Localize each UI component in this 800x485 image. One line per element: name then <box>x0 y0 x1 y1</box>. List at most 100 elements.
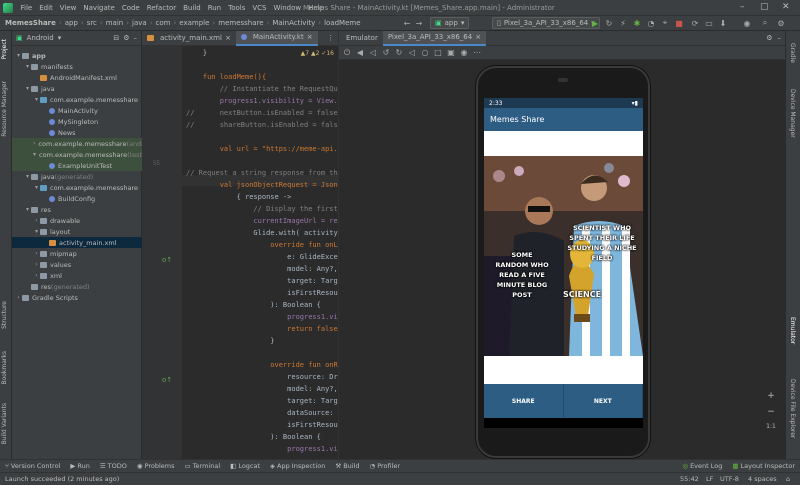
menu-item-navigate[interactable]: Navigate <box>80 4 118 12</box>
tree-item[interactable]: activity_main.xml <box>12 237 142 248</box>
expand-arrow-icon[interactable]: ▾ <box>24 206 31 213</box>
collapse-arrow-icon[interactable]: › <box>33 272 40 279</box>
code-line[interactable]: ): Boolean { <box>186 433 321 441</box>
code-line[interactable]: } <box>186 49 207 57</box>
code-line[interactable]: // shareButton.isEnabled = false <box>186 121 338 129</box>
chevron-down-icon[interactable]: ▾ <box>58 34 62 42</box>
tree-item[interactable]: News <box>12 127 142 138</box>
file-encoding[interactable]: UTF-8 <box>720 475 739 483</box>
device-manager-tool-tab[interactable]: Device Manager <box>789 89 796 138</box>
rotate-left-icon[interactable]: ↺ <box>382 48 390 57</box>
code-line[interactable]: isFirstResource: Boolean <box>186 421 338 429</box>
code-line[interactable]: fun loadMeme(){ <box>186 73 266 81</box>
tree-item[interactable]: ▾ res <box>12 204 142 215</box>
code-line[interactable]: target: Target<Drawable>?, <box>186 277 338 285</box>
tool-window-event-log[interactable]: ◎ Event Log <box>677 462 727 470</box>
indent-setting[interactable]: 4 spaces <box>748 475 777 483</box>
search-icon[interactable]: ⌕ <box>760 18 770 28</box>
menu-item-build[interactable]: Build <box>180 4 205 12</box>
breadcrumb-item[interactable]: MainActivity <box>270 19 317 27</box>
tree-item[interactable]: MySingleton <box>12 116 142 127</box>
forward-arrow-icon[interactable]: → <box>414 18 424 28</box>
breadcrumb-item[interactable]: example <box>177 19 211 27</box>
lock-icon[interactable]: ⌂ <box>786 475 790 483</box>
tool-window-run[interactable]: ▶ Run <box>65 462 94 470</box>
menu-item-window[interactable]: Window <box>270 4 305 12</box>
tree-item[interactable]: ▾ layout <box>12 226 142 237</box>
tree-item[interactable]: res (generated) <box>12 281 142 292</box>
zoom-out-button[interactable]: − <box>765 407 777 417</box>
code-line[interactable]: dataSource: DataSource?, <box>186 409 338 417</box>
zoom-actual-size-button[interactable]: 1:1 <box>765 423 777 430</box>
code-line[interactable]: return false <box>186 325 338 333</box>
code-line[interactable]: override fun onResourceReady( <box>186 361 338 369</box>
sdk-manager-icon[interactable]: ⬇ <box>718 18 728 28</box>
project-tool-tab[interactable]: Project <box>1 39 8 60</box>
tool-window-build[interactable]: ⚒ Build <box>330 462 364 470</box>
maximize-icon[interactable]: ▢ <box>760 2 769 12</box>
breadcrumb-item[interactable]: loadMeme <box>322 19 362 27</box>
rotate-right-icon[interactable]: ↻ <box>395 48 403 57</box>
menu-item-vcs[interactable]: VCS <box>249 4 270 12</box>
line-separator[interactable]: LF <box>706 475 713 483</box>
menu-item-refactor[interactable]: Refactor <box>143 4 179 12</box>
emulator-tool-tab[interactable]: Emulator <box>789 317 796 344</box>
code-line[interactable]: // nextButton.isEnabled = false <box>186 109 338 117</box>
sync-gradle-icon[interactable]: ⟳ <box>690 18 700 28</box>
rerun-icon[interactable]: ↻ <box>604 18 614 28</box>
code-line[interactable]: resource: Drawable?, <box>186 373 338 381</box>
tool-window-layout-inspector[interactable]: ▦ Layout Inspector <box>727 462 800 470</box>
power-icon[interactable]: ⏻ <box>343 48 351 57</box>
tree-item[interactable]: › Gradle Scripts <box>12 292 142 303</box>
tree-item[interactable]: › xml <box>12 270 142 281</box>
code-line[interactable]: model: Any?, <box>186 265 338 273</box>
collapse-all-icon[interactable]: ⊟ <box>113 34 119 42</box>
expand-arrow-icon[interactable]: ▾ <box>33 96 40 103</box>
tool-window-logcat[interactable]: ◧ Logcat <box>225 462 265 470</box>
tool-window-problems[interactable]: ◉ Problems <box>132 462 180 470</box>
code-line[interactable]: Glide.with( activity: this).load(c <box>186 229 338 237</box>
build-variants-tool-tab[interactable]: Build Variants <box>1 403 8 444</box>
tree-item[interactable]: ▾ manifests <box>12 61 142 72</box>
gutter-override-icon[interactable]: o↑ <box>162 256 172 264</box>
tab-activity-main-xml[interactable]: activity_main.xml × <box>142 31 236 46</box>
tree-item[interactable]: › values <box>12 259 142 270</box>
collapse-arrow-icon[interactable]: › <box>33 217 40 224</box>
code-line[interactable]: // Instantiate the RequestQueue. <box>186 85 338 93</box>
collapse-arrow-icon[interactable]: › <box>15 294 22 301</box>
gradle-tool-tab[interactable]: Gradle <box>789 43 796 63</box>
project-view-selector[interactable]: Android <box>27 34 54 42</box>
expand-arrow-icon[interactable]: ▾ <box>24 63 31 70</box>
close-tab-icon[interactable]: × <box>475 33 481 41</box>
device-selector[interactable]: ▯ Pixel_3a_API_33_x86_64 ▾ <box>492 17 600 29</box>
code-line[interactable]: progress1.visibility <box>186 445 338 453</box>
tree-item[interactable]: ▾ java <box>12 83 142 94</box>
code-line[interactable]: isFirstResource: Boolean <box>186 289 338 297</box>
apply-changes-icon[interactable]: ⚡ <box>618 18 628 28</box>
tree-item[interactable]: › drawable <box>12 215 142 226</box>
breadcrumb-item[interactable]: com <box>154 19 173 27</box>
tab-overflow-icon[interactable]: ⋮ <box>327 34 338 42</box>
code-line[interactable]: val url = "https://meme-api.com/gimme" <box>186 145 338 153</box>
tree-item[interactable]: ▾ com.example.memesshare <box>12 94 142 105</box>
expand-arrow-icon[interactable]: ▾ <box>24 173 31 180</box>
volume-up-icon[interactable]: ◀ <box>356 48 364 57</box>
tool-window-todo[interactable]: ☰ TODO <box>95 462 132 470</box>
gear-icon[interactable]: ⚙ <box>123 34 129 42</box>
minimize-icon[interactable]: – <box>740 2 745 12</box>
volume-down-icon[interactable]: ◁ <box>369 48 377 57</box>
hide-panel-icon[interactable]: – <box>778 34 786 42</box>
menu-item-tools[interactable]: Tools <box>225 4 249 12</box>
tree-item[interactable]: › mipmap <box>12 248 142 259</box>
tool-window-app-inspection[interactable]: ◈ App Inspection <box>265 462 330 470</box>
tree-item[interactable]: ▾ app <box>12 50 142 61</box>
inspection-widget[interactable]: ▲7 ▲2 ✓16 <box>301 50 334 57</box>
back-arrow-icon[interactable]: ← <box>402 18 412 28</box>
breadcrumb-item[interactable]: app <box>63 19 80 27</box>
screenshot-icon[interactable]: ▣ <box>447 48 455 57</box>
code-line[interactable]: } <box>186 337 274 345</box>
tree-item[interactable]: ›com.example.memesshare (androidTest) <box>12 138 169 149</box>
menu-item-run[interactable]: Run <box>204 4 224 12</box>
debug-icon[interactable]: ✱ <box>632 18 642 28</box>
close-tab-icon[interactable]: × <box>225 34 231 42</box>
